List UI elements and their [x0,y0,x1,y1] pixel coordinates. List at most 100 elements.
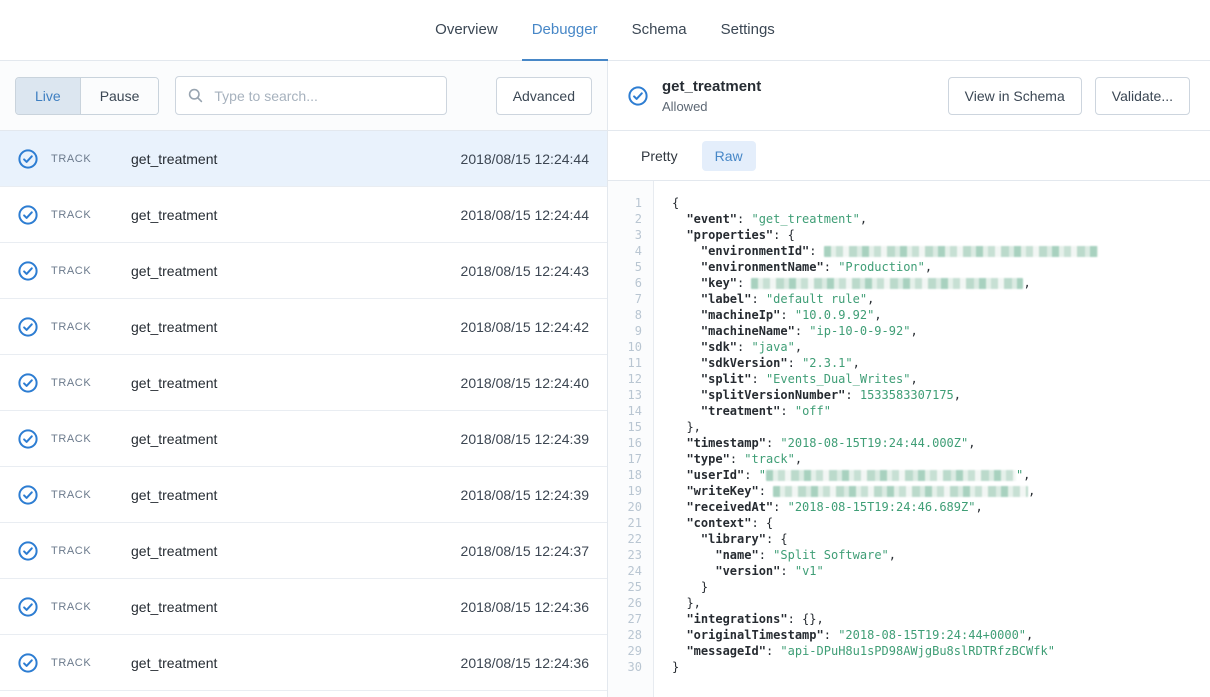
json-punctuation: : [766,644,780,658]
json-value: "track" [744,452,795,466]
json-key: "sdk" [701,340,737,354]
tab-pretty[interactable]: Pretty [628,141,691,171]
json-punctuation: : [824,628,838,642]
event-timestamp: 2018/08/15 12:24:42 [461,319,589,335]
event-row[interactable]: TRACKget_treatment2018/08/15 12:24:43 [0,243,607,299]
json-punctuation: , [1028,484,1035,498]
event-type-label: TRACK [51,545,131,557]
validate-button[interactable]: Validate... [1095,77,1190,115]
event-name: get_treatment [131,207,461,223]
json-punctuation: } [672,660,679,674]
json-punctuation [672,340,701,354]
advanced-button[interactable]: Advanced [496,77,592,115]
stream-toolbar: Live Pause Advanced [0,61,607,131]
event-row[interactable]: TRACKget_treatment2018/08/15 12:24:37 [0,523,607,579]
json-punctuation [672,324,701,338]
event-row[interactable]: TRACKget_treatment2018/08/15 12:24:39 [0,411,607,467]
event-row[interactable]: TRACKget_treatment2018/08/15 12:24:42 [0,299,607,355]
json-punctuation: : [824,260,838,274]
event-row[interactable]: TRACKget_treatment2018/08/15 12:24:40 [0,355,607,411]
event-timestamp: 2018/08/15 12:24:36 [461,655,589,671]
json-key: "splitVersionNumber" [701,388,846,402]
json-value: " [759,468,766,482]
event-row[interactable]: TRACKget_treatment2018/08/15 12:24:44 [0,131,607,187]
event-row[interactable]: TRACKget_treatment2018/08/15 12:24:44 [0,187,607,243]
event-type-label: TRACK [51,209,131,221]
line-number: 30 [608,659,642,675]
main-split: Live Pause Advanced TRACKget_treatment20 [0,61,1210,697]
code-line: "integrations": {}, [672,611,1202,627]
tab-schema[interactable]: Schema [622,0,697,61]
tab-overview[interactable]: Overview [425,0,508,61]
code-line: "receivedAt": "2018-08-15T19:24:46.689Z"… [672,499,1202,515]
event-row[interactable]: TRACKget_treatment2018/08/15 12:24:36 [0,579,607,635]
line-number: 29 [608,643,642,659]
tab-settings[interactable]: Settings [711,0,785,61]
code-line: "split": "Events_Dual_Writes", [672,371,1202,387]
json-key: "label" [701,292,752,306]
json-punctuation: , [1023,276,1030,290]
code-viewer[interactable]: 1234567891011121314151617181920212223242… [608,181,1210,697]
json-punctuation [672,260,701,274]
json-punctuation: , [795,452,802,466]
check-circle-icon [18,373,38,393]
event-type-label: TRACK [51,433,131,445]
json-punctuation: , [954,388,961,402]
event-name: get_treatment [131,599,461,615]
view-in-schema-button[interactable]: View in Schema [948,77,1082,115]
event-timestamp: 2018/08/15 12:24:37 [461,543,589,559]
json-value: "get_treatment" [751,212,859,226]
tab-raw[interactable]: Raw [702,141,756,171]
json-punctuation [672,212,686,226]
json-punctuation [672,404,701,418]
code-line: "name": "Split Software", [672,547,1202,563]
live-pause-toggle: Live Pause [15,77,159,115]
line-number: 16 [608,435,642,451]
json-punctuation: , [795,340,802,354]
code-line: } [672,659,1202,675]
line-number: 5 [608,259,642,275]
line-number: 4 [608,243,642,259]
line-number: 2 [608,211,642,227]
json-value: "Production" [838,260,925,274]
event-row[interactable]: TRACKget_treatment2018/08/15 12:24:39 [0,467,607,523]
event-detail-panel: get_treatment Allowed View in Schema Val… [608,61,1210,697]
event-timestamp: 2018/08/15 12:24:36 [461,599,589,615]
view-tabs: Pretty Raw [608,131,1210,181]
json-key: "name" [715,548,758,562]
check-circle-icon [18,205,38,225]
code-line: "library": { [672,531,1202,547]
line-number: 9 [608,323,642,339]
code-line: "context": { [672,515,1202,531]
json-value: "off" [795,404,831,418]
json-punctuation: }, [672,596,701,610]
search-box [175,76,447,115]
json-key: "timestamp" [686,436,765,450]
code-line: "sdkVersion": "2.3.1", [672,355,1202,371]
line-number: 15 [608,419,642,435]
json-key: "treatment" [701,404,780,418]
search-icon [188,88,203,103]
json-punctuation: , [889,548,896,562]
json-punctuation: } [672,580,708,594]
json-punctuation [672,564,715,578]
event-row[interactable]: TRACKget_treatment2018/08/15 12:24:36 [0,635,607,691]
json-punctuation: : [809,244,823,258]
json-punctuation [672,356,701,370]
tab-debugger[interactable]: Debugger [522,0,608,61]
code-line: { [672,195,1202,211]
code-line: "userId": "", [672,467,1202,483]
line-number-gutter: 1234567891011121314151617181920212223242… [608,181,654,697]
search-input[interactable] [212,87,434,105]
pause-button[interactable]: Pause [80,78,159,114]
json-punctuation: : { [766,532,788,546]
code-line: } [672,579,1202,595]
json-punctuation [672,628,686,642]
live-button[interactable]: Live [16,78,80,114]
event-name: get_treatment [131,263,461,279]
json-key: "event" [686,212,737,226]
json-value: "ip-10-0-9-92" [809,324,910,338]
json-punctuation: , [910,324,917,338]
event-name: get_treatment [131,487,461,503]
redacted-value [766,470,1016,481]
